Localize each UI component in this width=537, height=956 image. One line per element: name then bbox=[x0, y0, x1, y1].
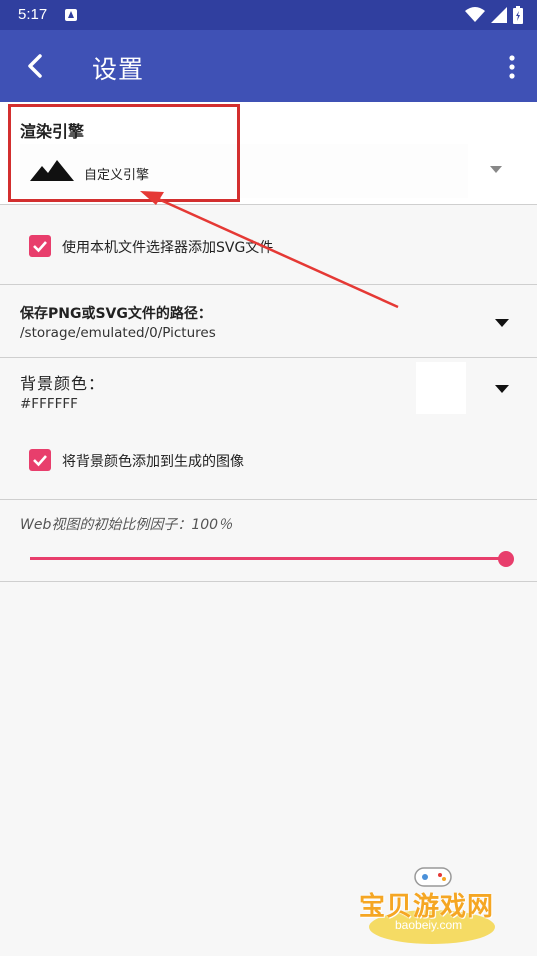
watermark-url: baobeiy.com bbox=[395, 918, 463, 932]
status-time: 5:17 bbox=[18, 6, 48, 23]
status-bar: 5:17 bbox=[0, 0, 537, 30]
save-path-value: /storage/emulated/0/Pictures bbox=[20, 325, 216, 341]
a-notification-icon bbox=[65, 9, 77, 21]
divider bbox=[0, 581, 537, 582]
web-scale-slider-track[interactable] bbox=[30, 557, 506, 560]
web-scale-label: Web视图的初始比例因子：100％ bbox=[20, 517, 233, 533]
renderer-dropdown-icon[interactable] bbox=[490, 166, 502, 173]
background-color-title: 背景颜色： bbox=[20, 374, 106, 393]
file-picker-checkbox[interactable] bbox=[29, 235, 51, 257]
save-path-dropdown-icon[interactable] bbox=[495, 319, 509, 327]
status-icons bbox=[465, 5, 523, 25]
checkmark-icon bbox=[33, 241, 47, 253]
background-color-value: #FFFFFF bbox=[20, 396, 78, 412]
divider bbox=[0, 204, 537, 205]
battery-icon bbox=[513, 6, 523, 24]
background-color-dropdown-icon[interactable] bbox=[495, 385, 509, 393]
divider bbox=[0, 499, 537, 500]
save-path-title: 保存PNG或SVG文件的路径： bbox=[20, 306, 212, 322]
watermark-logo: 宝贝游戏网 baobeiy.com bbox=[355, 862, 515, 952]
divider bbox=[0, 284, 537, 285]
wifi-icon bbox=[465, 7, 485, 22]
back-icon bbox=[28, 54, 42, 78]
web-scale-slider-thumb[interactable] bbox=[498, 551, 514, 567]
app-toolbar: 设置 bbox=[0, 30, 537, 102]
page-title: 设置 bbox=[92, 55, 145, 84]
checkmark-icon bbox=[33, 455, 47, 467]
back-button[interactable] bbox=[18, 48, 54, 84]
add-background-checkbox[interactable] bbox=[29, 449, 51, 471]
add-background-label: 将背景颜色添加到生成的图像 bbox=[62, 454, 244, 470]
signal-icon bbox=[491, 7, 507, 23]
file-picker-label: 使用本机文件选择器添加SVG文件 bbox=[62, 240, 274, 256]
divider bbox=[0, 357, 537, 358]
overflow-menu-icon bbox=[509, 55, 515, 79]
overflow-menu-button[interactable] bbox=[503, 50, 521, 84]
annotation-highlight-box bbox=[8, 104, 240, 202]
color-swatch[interactable] bbox=[416, 362, 466, 414]
